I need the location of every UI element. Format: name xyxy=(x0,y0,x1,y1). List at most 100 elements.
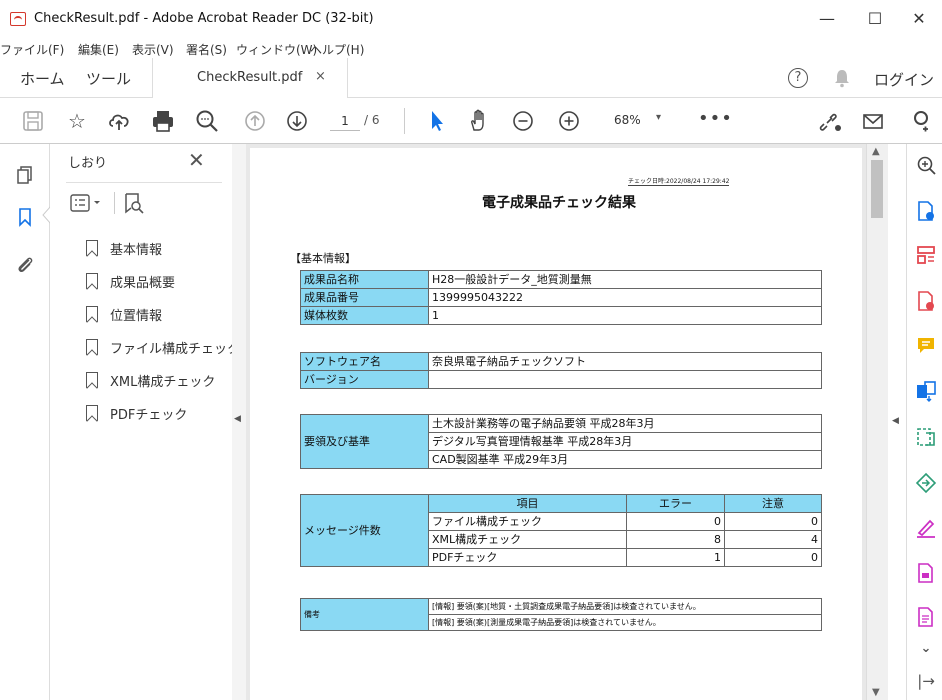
zoom-tool-icon[interactable] xyxy=(915,154,937,176)
remark-line: [情報] 要領(案)[地質・土質調査成果電子納品要領]は検査されていません。 xyxy=(428,598,822,615)
bookmark-label: 基本情報 xyxy=(110,243,163,258)
bookmark-item[interactable]: PDFチェック xyxy=(86,403,226,425)
document-title: 電子成果品チェック結果 xyxy=(482,195,636,211)
share-link-icon[interactable] xyxy=(818,108,844,134)
menu-bar: ファイル(F) 編集(E) 表示(V) 署名(S) ウィンドウ(W) ヘルプ(H… xyxy=(0,38,942,58)
hand-tool-icon[interactable] xyxy=(466,108,492,134)
bookmark-label: PDFチェック xyxy=(110,408,188,423)
zoom-level[interactable]: 68% xyxy=(614,113,641,127)
row-label: 備考 xyxy=(300,598,429,631)
select-pointer-icon[interactable] xyxy=(424,108,450,134)
collapse-right-icon: ◀ xyxy=(892,416,899,426)
stamp-icon[interactable] xyxy=(915,606,937,628)
page-total: / 6 xyxy=(364,113,380,127)
bookmark-icon xyxy=(86,405,98,421)
cloud-upload-icon[interactable] xyxy=(106,108,132,134)
bookmarks-icon[interactable] xyxy=(14,206,36,228)
tab-home[interactable]: ホーム xyxy=(20,68,65,89)
row-value: 1 xyxy=(428,306,822,325)
error-cell: 8 xyxy=(626,530,725,549)
login-link[interactable]: ログイン xyxy=(874,69,934,90)
more-tools-button[interactable]: ••• xyxy=(698,108,733,129)
document-viewport[interactable]: チェック日時:2022/08/24 17:29:42 電子成果品チェック結果 【… xyxy=(246,144,866,700)
scroll-down-icon[interactable]: ▼ xyxy=(872,687,880,698)
edit-pdf-icon[interactable] xyxy=(915,426,937,448)
software-table: ソフトウェア名 奈良県電子納品チェックソフト バージョン xyxy=(300,352,822,389)
comment-icon[interactable] xyxy=(915,334,937,356)
basic-info-table: 成果品名称 H28一般設計データ_地質測量無 成果品番号 13999950432… xyxy=(300,270,822,325)
search-icon[interactable] xyxy=(194,108,220,134)
menu-edit[interactable]: 編集(E) xyxy=(78,41,119,58)
tab-document[interactable]: CheckResult.pdf × xyxy=(152,58,348,98)
row-label: 媒体枚数 xyxy=(300,306,429,325)
send-for-review-icon[interactable] xyxy=(915,472,937,494)
save-icon[interactable] xyxy=(20,108,46,134)
collapse-right-panel-handle[interactable]: ◀ xyxy=(888,144,906,700)
tab-close-button[interactable]: × xyxy=(315,69,326,84)
table-row: ソフトウェア名 奈良県電子納品チェックソフト xyxy=(300,352,822,371)
collapse-left-panel-handle[interactable]: ◀ xyxy=(232,144,246,700)
bookmark-item[interactable]: ファイル構成チェック xyxy=(86,337,240,359)
vertical-scrollbar[interactable]: ▲ ▼ xyxy=(866,144,888,700)
help-icon[interactable]: ? xyxy=(788,68,808,88)
error-cell: 0 xyxy=(626,512,725,531)
menu-help[interactable]: ヘルプ(H) xyxy=(310,41,364,58)
notification-bell-icon[interactable] xyxy=(834,68,850,88)
close-window-button[interactable]: ✕ xyxy=(896,0,942,38)
minimize-button[interactable]: — xyxy=(804,0,850,38)
bookmark-item[interactable]: 成果品概要 xyxy=(86,271,226,293)
print-icon[interactable] xyxy=(150,108,176,134)
menu-window[interactable]: ウィンドウ(W) xyxy=(236,41,317,58)
row-value: 奈良県電子納品チェックソフト xyxy=(428,352,822,371)
bookmark-label: 成果品概要 xyxy=(110,276,176,291)
combine-files-icon[interactable] xyxy=(915,380,937,402)
fill-sign-icon[interactable] xyxy=(915,516,937,538)
bookmark-icon xyxy=(86,339,98,355)
page-thumbnails-icon[interactable] xyxy=(14,164,36,186)
zoom-dropdown-icon[interactable]: ▾ xyxy=(656,112,661,123)
table-row: 成果品名称 H28一般設計データ_地質測量無 xyxy=(300,270,822,289)
row-value: 土木設計業務等の電子納品要領 平成28年3月 xyxy=(428,414,822,433)
bookmark-label: XML構成チェック xyxy=(110,375,216,390)
scrollbar-thumb[interactable] xyxy=(871,160,883,218)
toolbar: ☆ 1 / 6 68% ▾ ••• xyxy=(0,98,942,144)
remarks-table: 備考 [情報] 要領(案)[地質・土質調査成果電子納品要領]は検査されていません… xyxy=(300,598,822,631)
standards-table: 要領及び基準 土木設計業務等の電子納品要領 平成28年3月 デジタル写真管理情報… xyxy=(300,414,822,469)
email-icon[interactable] xyxy=(860,108,886,134)
menu-sign[interactable]: 署名(S) xyxy=(186,41,227,58)
bookmark-item[interactable]: 位置情報 xyxy=(86,304,226,326)
bookmarks-panel-title: しおり xyxy=(68,156,108,171)
maximize-button[interactable]: ☐ xyxy=(852,0,898,38)
chevron-down-icon[interactable]: ⌄ xyxy=(915,638,937,660)
zoom-out-icon[interactable] xyxy=(510,108,536,134)
expand-panel-icon[interactable]: |→ xyxy=(915,670,937,692)
page-number-input[interactable]: 1 xyxy=(330,111,360,131)
menu-view[interactable]: 表示(V) xyxy=(132,41,174,58)
toolbar-divider xyxy=(404,108,405,134)
pdf-page: チェック日時:2022/08/24 17:29:42 電子成果品チェック結果 【… xyxy=(250,148,862,700)
attachments-icon[interactable] xyxy=(14,254,36,276)
tab-tools[interactable]: ツール xyxy=(86,68,131,89)
find-bookmark-icon[interactable] xyxy=(122,192,146,214)
menu-file[interactable]: ファイル(F) xyxy=(0,41,64,58)
create-pdf-icon[interactable] xyxy=(915,290,937,312)
bookmark-icon xyxy=(86,306,98,322)
bookmark-item[interactable]: 基本情報 xyxy=(86,238,226,260)
scroll-up-icon[interactable]: ▲ xyxy=(872,146,880,157)
bookmark-options-icon[interactable] xyxy=(70,192,110,214)
item-cell: XML構成チェック xyxy=(428,530,627,549)
remark-line: [情報] 要領(案)[測量成果電子納品要領]は検査されていません。 xyxy=(428,614,822,631)
next-page-icon[interactable] xyxy=(284,108,310,134)
organize-pages-icon[interactable] xyxy=(915,244,937,266)
bookmark-item[interactable]: XML構成チェック xyxy=(86,370,226,392)
zoom-in-icon[interactable] xyxy=(556,108,582,134)
star-icon[interactable]: ☆ xyxy=(64,108,90,134)
bookmarks-close-button[interactable]: ✕ xyxy=(188,148,205,172)
row-value: デジタル写真管理情報基準 平成28年3月 xyxy=(428,432,822,451)
protect-pdf-icon[interactable] xyxy=(915,562,937,584)
add-user-icon[interactable] xyxy=(910,108,936,134)
bookmark-label: ファイル構成チェック xyxy=(110,342,241,357)
export-pdf-icon[interactable] xyxy=(915,200,937,222)
prev-page-icon[interactable] xyxy=(242,108,268,134)
message-count-table: メッセージ件数 項目 エラー 注意 ファイル構成チェック 0 0 XML構成チェ… xyxy=(300,494,822,567)
